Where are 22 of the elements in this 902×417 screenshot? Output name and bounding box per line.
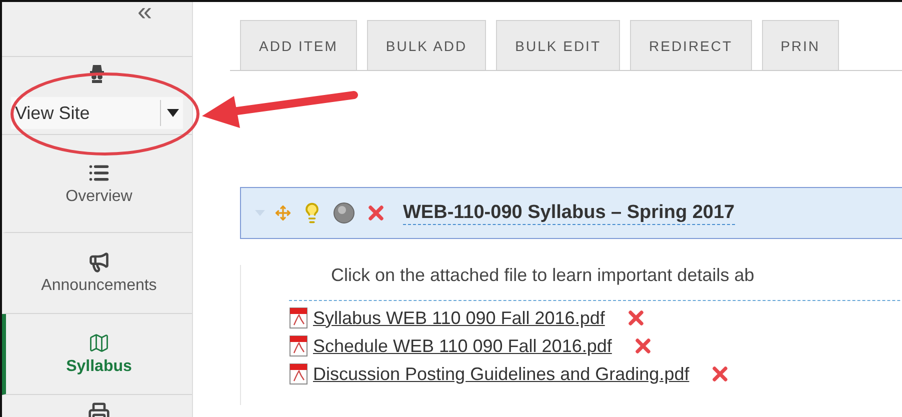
caret-icon — [167, 109, 179, 117]
file-link[interactable]: Syllabus WEB 110 090 Fall 2016.pdf — [313, 308, 605, 328]
person-icon — [90, 65, 104, 83]
pdf-file-icon — [289, 363, 309, 385]
toolbar-button[interactable]: PRIN — [762, 20, 840, 70]
file-link[interactable]: Discussion Posting Guidelines and Grading.pdf — [313, 364, 690, 384]
toolbar-button[interactable]: ADD ITEM — [240, 20, 357, 70]
map-icon — [88, 332, 110, 354]
pdf-file-icon — [289, 307, 309, 329]
toolbar-button[interactable]: REDIRECT — [630, 20, 752, 70]
collapse-button[interactable]: « — [138, 2, 152, 24]
toolbar-button[interactable]: BULK ADD — [366, 20, 486, 70]
section-description: Click on the attached file to learn important details ab — [331, 265, 756, 286]
view-site-dropdown[interactable]: View Site — [11, 97, 183, 129]
sidebar-item[interactable]: Syllabus — [2, 314, 192, 395]
megaphone-icon — [88, 251, 110, 273]
sidebar-item[interactable]: Overview — [2, 135, 192, 233]
status-circle-icon[interactable] — [333, 202, 355, 224]
pdf-file-icon — [289, 335, 309, 357]
file-link[interactable]: Schedule WEB 110 090 Fall 2016.pdf — [313, 336, 612, 356]
sidebar-item[interactable]: Announcements — [2, 233, 192, 314]
toolbar-button[interactable]: BULK EDIT — [496, 20, 620, 70]
